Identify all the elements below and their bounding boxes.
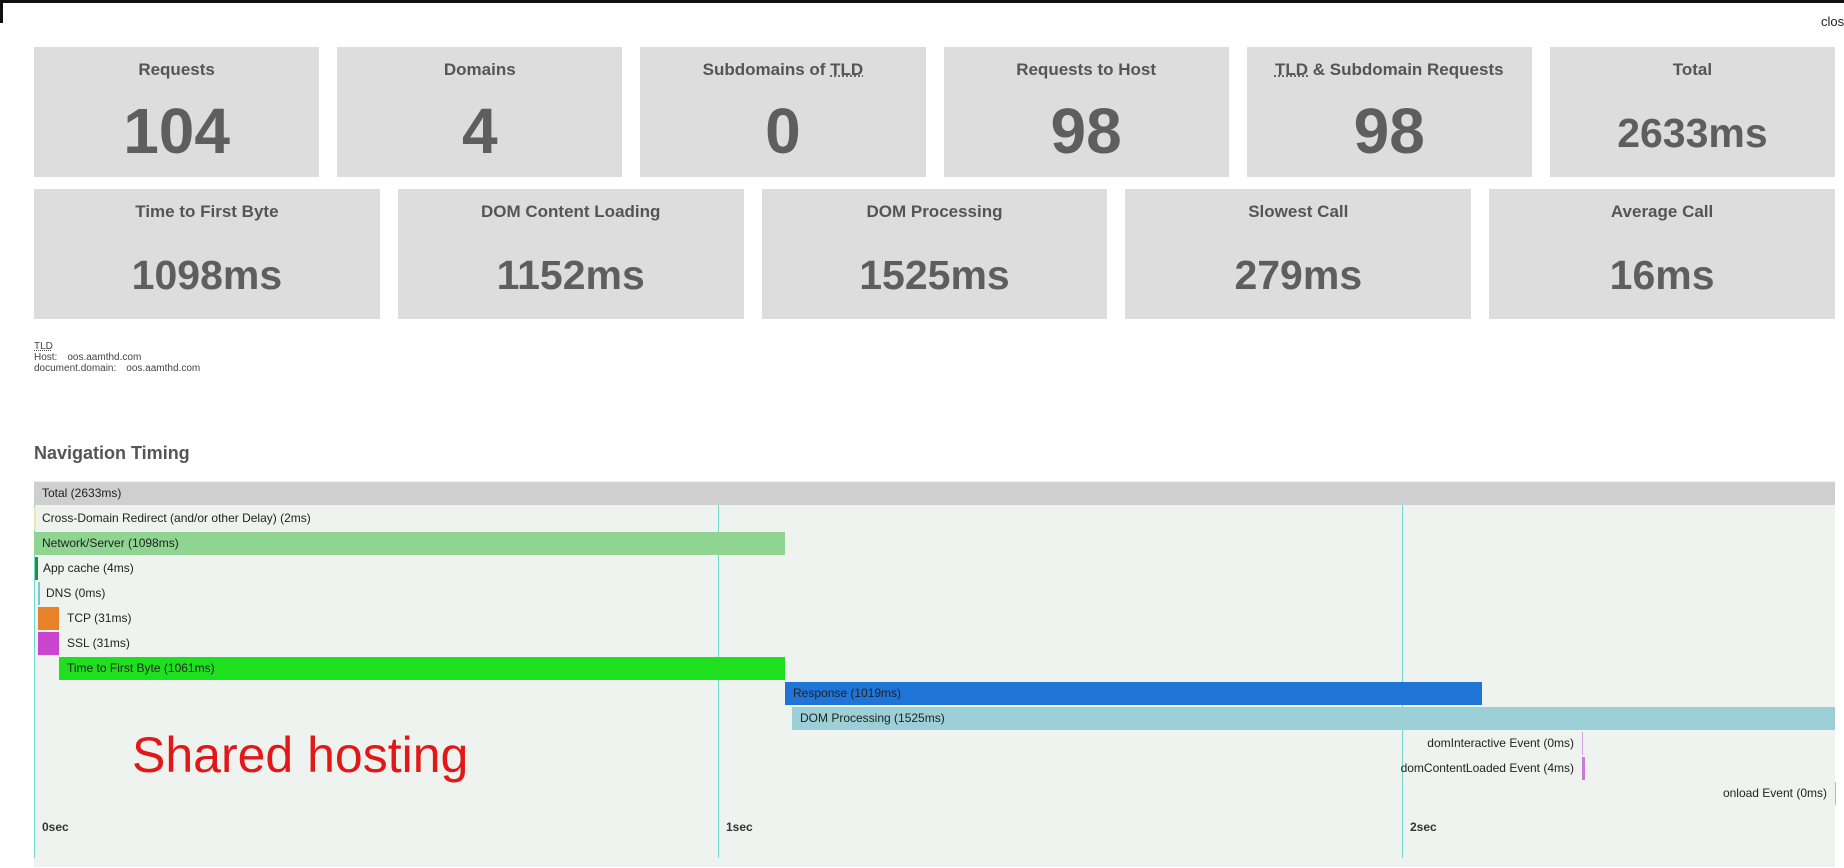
timing-bar-label: Network/Server (1098ms): [42, 536, 179, 550]
tld-label-row: TLD: [34, 341, 200, 352]
tld-abbr: TLD: [830, 60, 864, 79]
tile-time-to-first-byte: Time to First Byte 1098ms: [34, 189, 380, 319]
window-edge-mark: [0, 3, 3, 23]
tick-label: 2sec: [1410, 820, 1437, 834]
tile-subdomains-of-tld: Subdomains of TLD 0: [640, 47, 926, 177]
summary-row-1: Requests 104 Domains 4 Subdomains of TLD…: [34, 47, 1836, 177]
timing-bar: [38, 632, 59, 655]
tick-label: 1sec: [726, 820, 753, 834]
tile-dom-content-loading: DOM Content Loading 1152ms: [397, 189, 744, 319]
timing-bar: [38, 582, 40, 605]
timing-bar-label: DNS (0ms): [46, 586, 106, 600]
event-marker: [1835, 782, 1836, 805]
tile-title: DOM Content Loading: [480, 202, 661, 221]
navigation-timing-chart: 2sec 1sec 0sec Shared hosting Total (2633m…: [34, 481, 1836, 867]
timing-bar-label: SSL (31ms): [67, 636, 130, 650]
tile-title-text: Subdomains of: [702, 60, 831, 79]
document-domain-value: oos.aamthd.com: [126, 363, 201, 374]
tld-info: TLD Host: oos.aamthd.com document.domain:…: [34, 341, 200, 374]
tile-slowest-call: Slowest Call 279ms: [1125, 189, 1472, 319]
document-domain-label: document.domain:: [34, 363, 117, 374]
tile-title: Domains: [443, 60, 516, 79]
timing-bar-label: App cache (4ms): [43, 561, 134, 575]
tile-value: 16ms: [1609, 252, 1715, 298]
close-link[interactable]: clos: [1821, 14, 1844, 29]
tile-value: 104: [123, 95, 230, 167]
tile-average-call: Average Call 16ms: [1489, 189, 1835, 319]
tile-title: Requests to Host: [1016, 60, 1156, 79]
event-label: domInteractive Event (0ms): [1427, 736, 1574, 750]
tile-title: Total: [1672, 60, 1713, 79]
section-title: Navigation Timing: [34, 443, 190, 463]
tile-value: 0: [765, 95, 801, 167]
timing-bar: [792, 707, 1835, 730]
tile-value: 98: [1353, 95, 1425, 167]
tile-title: Time to First Byte: [135, 202, 279, 221]
event-marker: [1582, 757, 1585, 780]
tile-title-text: & Subdomain Requests: [1308, 60, 1504, 79]
tile-title: Subdomains of TLD: [640, 60, 925, 80]
summary-row-2: Time to First Byte 1098ms DOM Content Lo…: [34, 189, 1835, 319]
event-label: domContentLoaded Event (4ms): [1400, 761, 1574, 775]
annotation-text: Shared hosting: [132, 727, 469, 783]
tile-value: 1525ms: [859, 252, 1010, 298]
timing-bar-label: DOM Processing (1525ms): [800, 711, 945, 725]
host-value: oos.aamthd.com: [67, 352, 142, 363]
timing-bar: [34, 482, 1835, 505]
event-label: onload Event (0ms): [1722, 786, 1827, 800]
event-marker: [1582, 732, 1583, 755]
tile-value: 98: [1050, 95, 1122, 167]
tile-value: 279ms: [1234, 252, 1363, 298]
tile-requests-to-host: Requests to Host 98: [943, 47, 1229, 177]
tile-tld-subdomain-requests: TLD & Subdomain Requests 98: [1246, 47, 1532, 177]
timing-bar: [35, 557, 38, 580]
timing-bar-label: Total (2633ms): [42, 486, 122, 500]
tile-title: Average Call: [1610, 202, 1714, 221]
timing-bar: [34, 507, 36, 530]
tile-value: 1152ms: [496, 252, 645, 298]
tile-requests: Requests 104: [34, 47, 320, 177]
tile-value: 2633ms: [1617, 110, 1768, 156]
tile-total: Total 2633ms: [1549, 47, 1836, 177]
tile-value: 4: [461, 95, 498, 167]
tld-abbr: TLD: [34, 341, 53, 352]
tile-value: 1098ms: [131, 252, 283, 298]
tld-abbr: TLD: [1274, 60, 1309, 79]
host-row: Host: oos.aamthd.com: [34, 352, 200, 363]
document-domain-row: document.domain: oos.aamthd.com: [34, 363, 200, 374]
timing-bar-label: TCP (31ms): [67, 611, 132, 625]
timing-bar-label: Cross-Domain Redirect (and/or other Dela…: [42, 511, 311, 525]
grid-line: [718, 505, 719, 858]
host-label: Host:: [34, 352, 58, 363]
tick-label: 0sec: [42, 820, 69, 834]
tile-domains: Domains 4: [337, 47, 623, 177]
window-top-border: [0, 0, 1844, 3]
tile-title: Requests: [138, 60, 215, 79]
tile-title: TLD & Subdomain Requests: [1247, 60, 1532, 80]
timing-bar-label: Time to First Byte (1061ms): [67, 661, 215, 675]
tile-title: Slowest Call: [1248, 202, 1349, 221]
timing-bar-label: Response (1019ms): [793, 686, 902, 700]
tile-dom-processing: DOM Processing 1525ms: [761, 189, 1108, 319]
timing-bar: [38, 607, 59, 630]
tile-title: DOM Processing: [866, 202, 1003, 221]
